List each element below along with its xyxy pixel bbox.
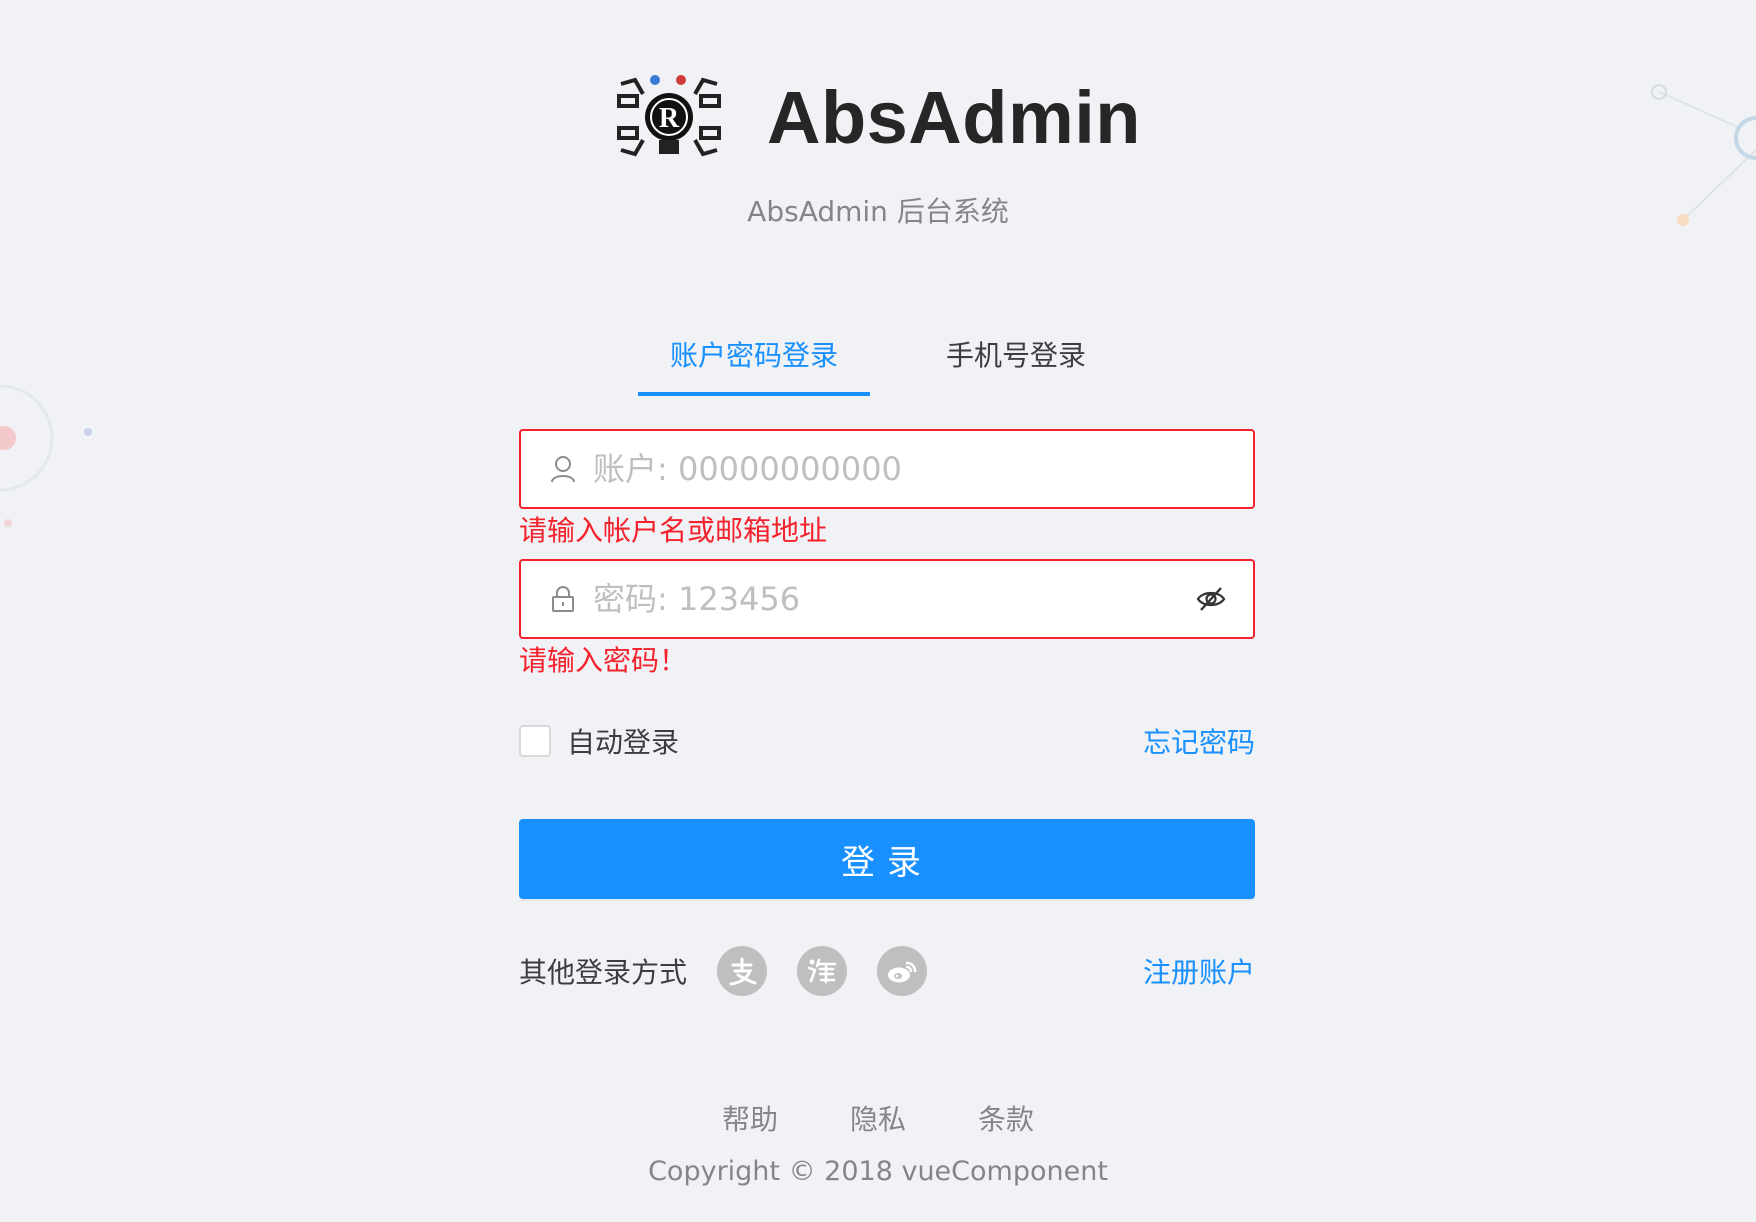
- tab-mobile[interactable]: 手机号登录: [914, 330, 1118, 396]
- alipay-icon[interactable]: [717, 946, 768, 996]
- other-login-group: 其他登录方式: [519, 946, 957, 996]
- password-field: [519, 559, 1255, 639]
- other-login-label: 其他登录方式: [519, 956, 688, 989]
- password-input[interactable]: [593, 569, 1189, 629]
- app-subtitle: AbsAdmin 后台系统: [747, 195, 1009, 228]
- login-button[interactable]: 登录: [519, 819, 1255, 899]
- remember-label: 自动登录: [567, 726, 680, 759]
- footer-link-help[interactable]: 帮助: [722, 1098, 778, 1138]
- app-title: AbsAdmin: [767, 75, 1141, 159]
- footer-links: 帮助 隐私 条款: [0, 1098, 1756, 1138]
- copyright: Copyright © 2018 vueComponent: [648, 1156, 1108, 1187]
- options-row: 自动登录 忘记密码: [519, 721, 1255, 761]
- logo-icon: R: [617, 75, 721, 157]
- login-form: 请输入帐户名或邮箱地址 请输入密码！ 自动登录 忘记密码 登录: [519, 429, 1255, 999]
- remember-me[interactable]: 自动登录: [519, 721, 679, 761]
- remember-checkbox[interactable]: [519, 725, 551, 757]
- eye-invisible-icon[interactable]: [1189, 577, 1233, 621]
- tab-spacer: [870, 330, 914, 400]
- register-link[interactable]: 注册账户: [1143, 951, 1255, 991]
- account-error: 请输入帐户名或邮箱地址: [519, 514, 828, 547]
- other-login-row: 其他登录方式 注册账户: [519, 943, 1255, 999]
- footer-link-terms[interactable]: 条款: [978, 1098, 1034, 1138]
- weibo-icon[interactable]: [877, 946, 928, 996]
- tab-account-password[interactable]: 账户密码登录: [638, 330, 871, 396]
- taobao-icon[interactable]: [797, 946, 848, 996]
- footer-link-privacy[interactable]: 隐私: [850, 1098, 906, 1138]
- account-input[interactable]: [593, 439, 1253, 499]
- forgot-password-link[interactable]: 忘记密码: [1143, 721, 1255, 761]
- user-icon: [543, 449, 583, 489]
- login-tabs: 账户密码登录 手机号登录: [638, 330, 1118, 400]
- password-error: 请输入密码！: [519, 644, 688, 677]
- svg-text:R: R: [659, 103, 680, 134]
- header: R AbsAdmin: [0, 72, 1756, 162]
- account-field: [519, 429, 1255, 509]
- lock-icon: [543, 579, 583, 619]
